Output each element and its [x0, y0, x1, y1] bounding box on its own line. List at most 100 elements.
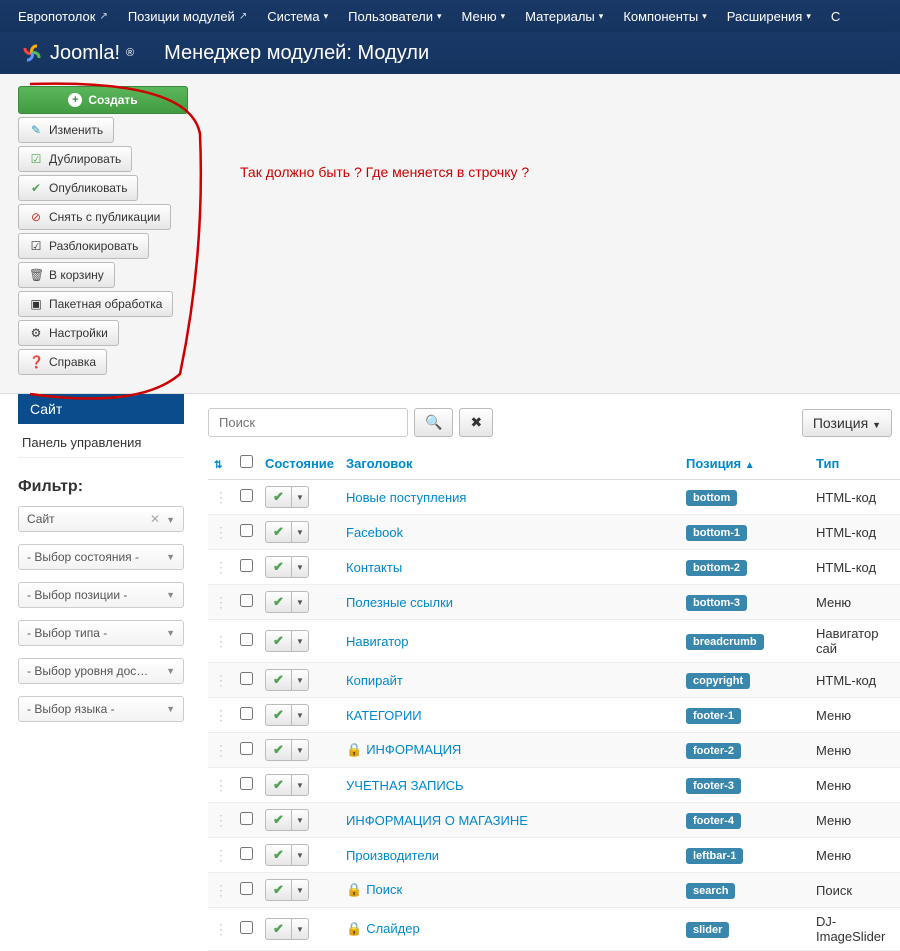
state-toggle[interactable]: ✔▼ — [265, 556, 309, 578]
state-dropdown-caret[interactable]: ▼ — [291, 879, 309, 901]
row-checkbox[interactable] — [240, 672, 253, 685]
topnav-item[interactable]: Система▾ — [257, 9, 338, 24]
module-title-link[interactable]: Навигатор — [346, 634, 408, 649]
drag-handle-icon[interactable]: ⋮ — [214, 742, 228, 758]
row-checkbox[interactable] — [240, 777, 253, 790]
module-title-link[interactable]: Поиск — [366, 882, 402, 897]
row-checkbox[interactable] — [240, 921, 253, 934]
drag-handle-icon[interactable]: ⋮ — [214, 777, 228, 793]
state-dropdown-caret[interactable]: ▼ — [291, 630, 309, 652]
state-toggle[interactable]: ✔▼ — [265, 879, 309, 901]
topnav-item[interactable]: Материалы▾ — [515, 9, 613, 24]
drag-handle-icon[interactable]: ⋮ — [214, 559, 228, 575]
module-title-link[interactable]: ИНФОРМАЦИЯ О МАГАЗИНЕ — [346, 813, 528, 828]
filter-position[interactable]: - Выбор позиции -▼ — [18, 582, 184, 608]
row-checkbox[interactable] — [240, 707, 253, 720]
state-dropdown-caret[interactable]: ▼ — [291, 486, 309, 508]
module-title-link[interactable]: Копирайт — [346, 673, 403, 688]
row-checkbox[interactable] — [240, 594, 253, 607]
filter-state[interactable]: - Выбор состояния -▼ — [18, 544, 184, 570]
module-title-link[interactable]: Слайдер — [366, 921, 420, 936]
search-submit-button[interactable]: 🔍 — [414, 408, 453, 437]
topnav-item[interactable]: С — [821, 9, 850, 24]
state-toggle[interactable]: ✔▼ — [265, 918, 309, 940]
duplicate-button[interactable]: ☑Дублировать — [18, 146, 132, 172]
joomla-logo[interactable]: Joomla!® — [20, 41, 134, 65]
search-input[interactable] — [208, 408, 408, 437]
state-dropdown-caret[interactable]: ▼ — [291, 774, 309, 796]
sort-select[interactable]: Позиция ▼ — [802, 409, 892, 437]
state-dropdown-caret[interactable]: ▼ — [291, 521, 309, 543]
state-dropdown-caret[interactable]: ▼ — [291, 739, 309, 761]
state-toggle[interactable]: ✔▼ — [265, 630, 309, 652]
row-checkbox[interactable] — [240, 524, 253, 537]
state-dropdown-caret[interactable]: ▼ — [291, 704, 309, 726]
options-button[interactable]: ⚙Настройки — [18, 320, 119, 346]
filter-client[interactable]: Сайт✕▼ — [18, 506, 184, 532]
filter-language[interactable]: - Выбор языка -▼ — [18, 696, 184, 722]
row-checkbox[interactable] — [240, 882, 253, 895]
state-toggle[interactable]: ✔▼ — [265, 591, 309, 613]
state-dropdown-caret[interactable]: ▼ — [291, 591, 309, 613]
help-button[interactable]: ❓Справка — [18, 349, 107, 375]
row-checkbox[interactable] — [240, 633, 253, 646]
state-dropdown-caret[interactable]: ▼ — [291, 669, 309, 691]
drag-handle-icon[interactable]: ⋮ — [214, 707, 228, 723]
select-all-checkbox[interactable] — [240, 455, 253, 468]
drag-handle-icon[interactable]: ⋮ — [214, 524, 228, 540]
state-toggle[interactable]: ✔▼ — [265, 844, 309, 866]
state-toggle[interactable]: ✔▼ — [265, 809, 309, 831]
state-dropdown-caret[interactable]: ▼ — [291, 918, 309, 940]
module-title-link[interactable]: Полезные ссылки — [346, 595, 453, 610]
filter-access[interactable]: - Выбор уровня дос…▼ — [18, 658, 184, 684]
module-title-link[interactable]: КАТЕГОРИИ — [346, 708, 422, 723]
unpublish-button[interactable]: ⊘Снять с публикации — [18, 204, 171, 230]
clear-icon[interactable]: ✕ — [150, 512, 160, 526]
drag-handle-icon[interactable]: ⋮ — [214, 633, 228, 649]
state-dropdown-caret[interactable]: ▼ — [291, 809, 309, 831]
sidebar-link-cpanel[interactable]: Панель управления — [18, 428, 184, 458]
module-title-link[interactable]: Производители — [346, 848, 439, 863]
topnav-item[interactable]: Европотолок↗ — [8, 9, 118, 24]
topnav-item[interactable]: Позиции модулей↗ — [118, 9, 257, 24]
row-checkbox[interactable] — [240, 847, 253, 860]
topnav-item[interactable]: Меню▾ — [452, 9, 516, 24]
state-toggle[interactable]: ✔▼ — [265, 704, 309, 726]
trash-button[interactable]: 🗑В корзину — [18, 262, 115, 288]
row-checkbox[interactable] — [240, 812, 253, 825]
row-checkbox[interactable] — [240, 489, 253, 502]
checkin-button[interactable]: ☑Разблокировать — [18, 233, 149, 259]
state-toggle[interactable]: ✔▼ — [265, 486, 309, 508]
drag-handle-icon[interactable]: ⋮ — [214, 921, 228, 937]
state-toggle[interactable]: ✔▼ — [265, 739, 309, 761]
batch-button[interactable]: ▣Пакетная обработка — [18, 291, 173, 317]
topnav-item[interactable]: Компоненты▾ — [613, 9, 716, 24]
row-checkbox[interactable] — [240, 559, 253, 572]
search-clear-button[interactable]: ✖ — [459, 408, 493, 437]
drag-handle-icon[interactable]: ⋮ — [214, 812, 228, 828]
sidebar-active-tab[interactable]: Сайт — [18, 394, 184, 424]
module-title-link[interactable]: УЧЕТНАЯ ЗАПИСЬ — [346, 778, 464, 793]
publish-button[interactable]: ✔Опубликовать — [18, 175, 138, 201]
drag-handle-icon[interactable]: ⋮ — [214, 672, 228, 688]
row-checkbox[interactable] — [240, 742, 253, 755]
edit-button[interactable]: ✎Изменить — [18, 117, 114, 143]
drag-handle-icon[interactable]: ⋮ — [214, 847, 228, 863]
new-button[interactable]: +Создать — [18, 86, 188, 114]
module-title-link[interactable]: Новые поступления — [346, 490, 466, 505]
state-toggle[interactable]: ✔▼ — [265, 774, 309, 796]
drag-handle-icon[interactable]: ⋮ — [214, 489, 228, 505]
col-title[interactable]: Заголовок — [340, 447, 680, 480]
drag-handle-icon[interactable]: ⋮ — [214, 882, 228, 898]
col-state[interactable]: Состояние — [259, 447, 340, 480]
state-toggle[interactable]: ✔▼ — [265, 669, 309, 691]
state-toggle[interactable]: ✔▼ — [265, 521, 309, 543]
sort-order-icon[interactable]: ⇅ — [214, 460, 222, 471]
module-title-link[interactable]: Контакты — [346, 560, 402, 575]
state-dropdown-caret[interactable]: ▼ — [291, 844, 309, 866]
state-dropdown-caret[interactable]: ▼ — [291, 556, 309, 578]
drag-handle-icon[interactable]: ⋮ — [214, 594, 228, 610]
topnav-item[interactable]: Расширения▾ — [717, 9, 821, 24]
filter-type[interactable]: - Выбор типа -▼ — [18, 620, 184, 646]
col-type[interactable]: Тип — [810, 447, 900, 480]
